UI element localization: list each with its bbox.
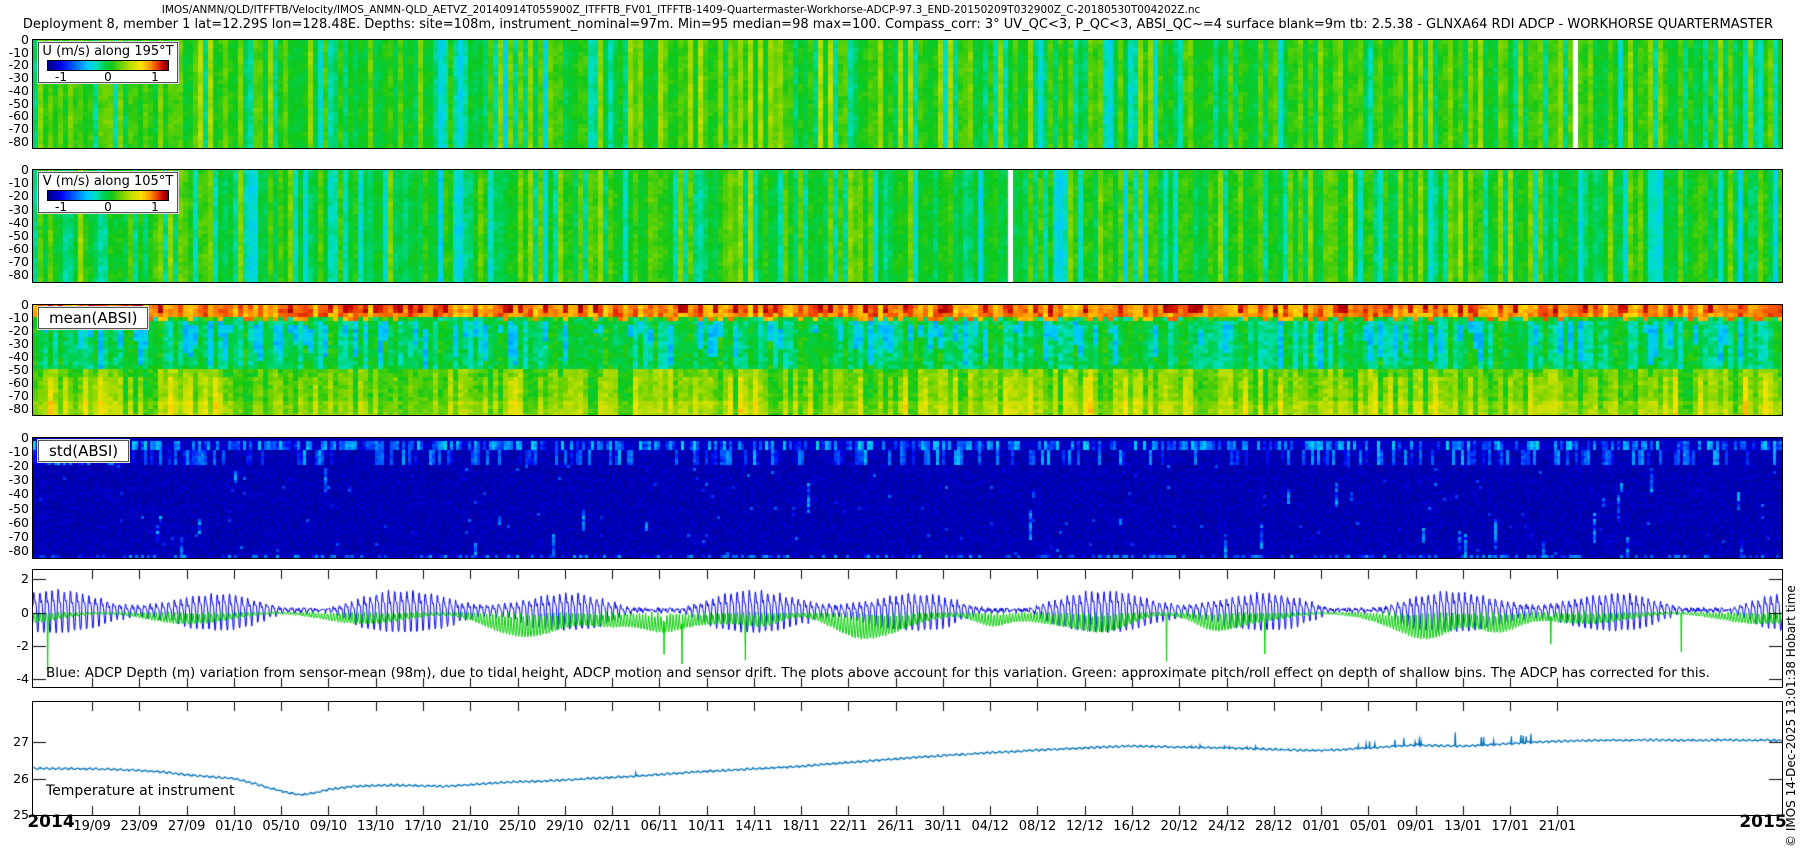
x-tick-label: 23/09 <box>121 820 158 834</box>
y-tick-label: 25 <box>0 808 29 822</box>
x-tick-label: 02/11 <box>593 820 630 834</box>
std-absi-heatmap-canvas <box>33 438 1782 558</box>
u-velocity-heatmap-canvas <box>33 40 1782 148</box>
x-tick-label: 27/09 <box>168 820 205 834</box>
x-tick-label: 01/01 <box>1302 820 1339 834</box>
y-tick-label: -30 <box>0 473 29 487</box>
x-tick-label: 25/10 <box>499 820 536 834</box>
x-tick-label: 21/01 <box>1539 820 1576 834</box>
x-tick-label: 30/11 <box>924 820 961 834</box>
colorbar-v: -1 0 1 <box>47 190 169 201</box>
colorbar-tick: 1 <box>151 70 159 84</box>
x-tick-label: 12/12 <box>1066 820 1103 834</box>
y-tick-label: -80 <box>0 402 29 416</box>
legend-v: V (m/s) along 105°T -1 0 1 <box>38 172 178 213</box>
x-tick-label: 17/01 <box>1491 820 1528 834</box>
x-tick-label: 13/01 <box>1444 820 1481 834</box>
y-tick-label: 0 <box>0 606 29 620</box>
y-tick-label: -20 <box>0 459 29 473</box>
y-tick-label: 2 <box>0 572 29 586</box>
temperature-line-canvas <box>33 702 1782 815</box>
figure-title-line1: IMOS/ANMN/QLD/ITFFTB/Velocity/IMOS_ANMN-… <box>162 4 1201 16</box>
figure-title-line2: Deployment 8, member 1 lat=12.29S lon=12… <box>23 17 1773 32</box>
colorbar-tick: 1 <box>151 200 159 214</box>
colorbar-tick: -1 <box>55 200 67 214</box>
depth-variation-annotation: Blue: ADCP Depth (m) variation from sens… <box>46 665 1710 681</box>
x-tick-label: 29/10 <box>546 820 583 834</box>
x-tick-label: 14/11 <box>735 820 772 834</box>
panel-temperature <box>32 701 1783 816</box>
x-tick-label: 28/12 <box>1255 820 1292 834</box>
y-tick-label: 27 <box>0 735 29 749</box>
panel-mean-absi: mean(ABSI) <box>32 304 1783 416</box>
x-tick-label: 13/10 <box>357 820 394 834</box>
y-tick-label: -80 <box>0 268 29 282</box>
mean-absi-heatmap-canvas <box>33 305 1782 415</box>
x-tick-label: 21/10 <box>452 820 489 834</box>
x-tick-label: 08/12 <box>1019 820 1056 834</box>
legend-u: U (m/s) along 195°T -1 0 1 <box>38 42 178 83</box>
x-tick-label: 10/11 <box>688 820 725 834</box>
colorbar-tick: -1 <box>55 70 67 84</box>
y-tick-label: -80 <box>0 544 29 558</box>
x-tick-label: 04/12 <box>971 820 1008 834</box>
y-tick-label: -70 <box>0 530 29 544</box>
x-tick-label: 18/11 <box>782 820 819 834</box>
x-tick-label: 05/01 <box>1350 820 1387 834</box>
y-tick-label: -10 <box>0 445 29 459</box>
colorbar-tick: 0 <box>104 70 112 84</box>
v-velocity-heatmap-canvas <box>33 170 1782 282</box>
x-tick-label: 24/12 <box>1208 820 1245 834</box>
x-tick-label: 19/09 <box>73 820 110 834</box>
legend-u-title: U (m/s) along 195°T <box>39 44 177 59</box>
x-tick-label: 06/11 <box>641 820 678 834</box>
legend-v-title: V (m/s) along 105°T <box>39 174 177 189</box>
std-absi-label: std(ABSI) <box>38 440 129 462</box>
y-tick-label: -2 <box>0 639 29 653</box>
figure-root: IMOS/ANMN/QLD/ITFFTB/Velocity/IMOS_ANMN-… <box>0 0 1800 850</box>
x-tick-label: 09/01 <box>1397 820 1434 834</box>
x-tick-label: 05/10 <box>262 820 299 834</box>
x-tick-label: 22/11 <box>830 820 867 834</box>
colorbar-tick: 0 <box>104 200 112 214</box>
temperature-label: Temperature at instrument <box>46 783 234 799</box>
x-tick-label: 16/12 <box>1113 820 1150 834</box>
x-tick-label: 09/10 <box>310 820 347 834</box>
x-tick-label: 17/10 <box>404 820 441 834</box>
y-tick-label: -4 <box>0 672 29 686</box>
panel-std-absi: std(ABSI) <box>32 437 1783 559</box>
panel-u-velocity: U (m/s) along 195°T -1 0 1 <box>32 39 1783 149</box>
y-tick-label: 26 <box>0 772 29 786</box>
x-tick-label: 20/12 <box>1161 820 1198 834</box>
y-tick-label: 0 <box>0 431 29 445</box>
panel-v-velocity: V (m/s) along 105°T -1 0 1 <box>32 169 1783 283</box>
x-axis-year-end: 2015 <box>1739 815 1786 829</box>
copyright-stamp: © IMOS 14-Dec-2025 13:01:38 Hobart time <box>1784 585 1798 847</box>
x-tick-label: 26/11 <box>877 820 914 834</box>
x-axis-year-start: 2014 <box>27 815 74 829</box>
colorbar-u: -1 0 1 <box>47 60 169 71</box>
y-tick-label: -50 <box>0 502 29 516</box>
y-tick-label: -40 <box>0 487 29 501</box>
x-tick-label: 01/10 <box>215 820 252 834</box>
y-tick-label: -80 <box>0 135 29 149</box>
y-tick-label: -60 <box>0 516 29 530</box>
mean-absi-label: mean(ABSI) <box>38 307 148 329</box>
